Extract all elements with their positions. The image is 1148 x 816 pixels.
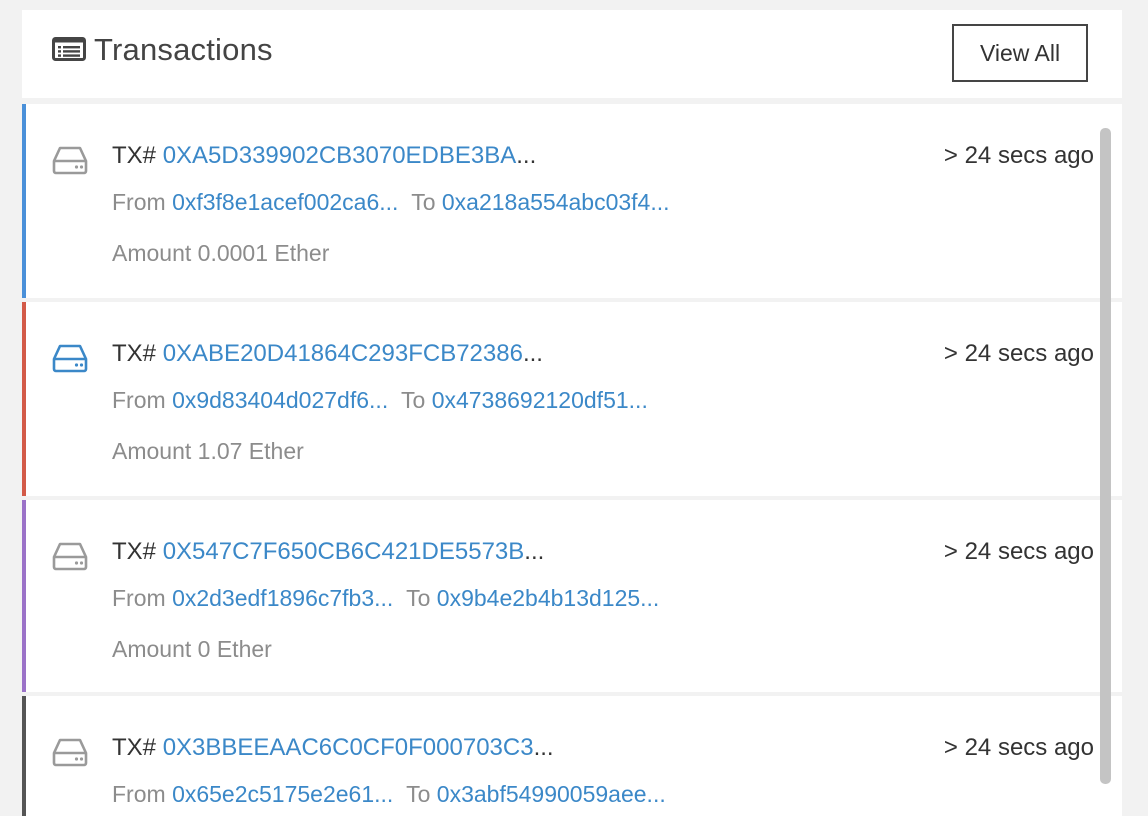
transaction-card[interactable]: TX# 0XA5D339902CB3070EDBE3BA... > 24 secs… (22, 104, 1122, 298)
tx-amount: Amount 1.07 Ether (112, 438, 304, 464)
tx-line: TX# 0XA5D339902CB3070EDBE3BA... (112, 142, 536, 170)
from-label: From (112, 387, 166, 413)
from-address-link[interactable]: 0x2d3edf1896c7fb3... (172, 585, 393, 611)
tx-addresses: From 0x2d3edf1896c7fb3... To 0x9b4e2b4b1… (112, 585, 659, 612)
tx-hash-link[interactable]: 0XABE20D41864C293FCB72386 (163, 340, 523, 367)
tx-hash-ellipsis: ... (516, 142, 537, 169)
to-address-link[interactable]: 0x9b4e2b4b13d125... (437, 585, 660, 611)
transaction-list[interactable]: TX# 0XA5D339902CB3070EDBE3BA... > 24 secs… (22, 104, 1122, 816)
tx-amount: Amount 0.0001 Ether (112, 240, 330, 266)
panel-title: Transactions (94, 32, 273, 67)
tx-hash-link[interactable]: 0XA5D339902CB3070EDBE3BA (163, 142, 517, 169)
to-address-link[interactable]: 0xa218a554abc03f4... (442, 189, 670, 215)
tx-addresses: From 0x9d83404d027df6... To 0x4738692120… (112, 387, 648, 414)
tx-hash-link[interactable]: 0X3BBEEAAC6C0CF0F000703C3 (163, 734, 534, 761)
transaction-card[interactable]: TX# 0XABE20D41864C293FCB72386... > 24 sec… (22, 302, 1122, 496)
tx-timestamp: > 24 secs ago (943, 538, 1094, 565)
tx-addresses: From 0xf3f8e1acef002ca6... To 0xa218a554… (112, 189, 670, 216)
transaction-card[interactable]: TX# 0X547C7F650CB6C421DE5573B... > 24 sec… (22, 500, 1122, 692)
tx-line: TX# 0XABE20D41864C293FCB72386... (112, 340, 543, 368)
tx-label: TX# (112, 142, 157, 169)
to-label: To (411, 189, 436, 215)
from-address-link[interactable]: 0x9d83404d027df6... (172, 387, 388, 413)
drive-icon (52, 146, 88, 175)
tx-amount: Amount 0 Ether (112, 636, 272, 662)
tx-label: TX# (112, 538, 157, 565)
tx-timestamp: > 24 secs ago (943, 340, 1094, 367)
list-icon (52, 37, 86, 61)
tx-timestamp: > 24 secs ago (943, 734, 1094, 761)
from-label: From (112, 585, 166, 611)
tx-addresses: From 0x65e2c5175e2e61... To 0x3abf549900… (112, 781, 666, 808)
from-label: From (112, 189, 166, 215)
transactions-panel-header: Transactions View All (22, 10, 1122, 98)
tx-label: TX# (112, 340, 157, 367)
drive-icon (52, 542, 88, 571)
to-address-link[interactable]: 0x4738692120df51... (432, 387, 648, 413)
transaction-card[interactable]: TX# 0X3BBEEAAC6C0CF0F000703C3... > 24 sec… (22, 696, 1122, 816)
tx-hash-ellipsis: ... (524, 538, 545, 565)
view-all-button[interactable]: View All (952, 24, 1088, 82)
scrollbar[interactable] (1100, 128, 1111, 784)
from-label: From (112, 781, 166, 807)
from-address-link[interactable]: 0xf3f8e1acef002ca6... (172, 189, 398, 215)
tx-timestamp: > 24 secs ago (943, 142, 1094, 169)
to-label: To (406, 585, 431, 611)
drive-icon (52, 344, 88, 373)
tx-hash-link[interactable]: 0X547C7F650CB6C421DE5573B (163, 538, 525, 565)
from-address-link[interactable]: 0x65e2c5175e2e61... (172, 781, 393, 807)
to-label: To (401, 387, 426, 413)
drive-icon (52, 738, 88, 767)
to-label: To (406, 781, 431, 807)
tx-line: TX# 0X547C7F650CB6C421DE5573B... (112, 538, 544, 566)
tx-hash-ellipsis: ... (533, 734, 554, 761)
to-address-link[interactable]: 0x3abf54990059aee... (437, 781, 666, 807)
tx-hash-ellipsis: ... (522, 340, 543, 367)
tx-label: TX# (112, 734, 157, 761)
tx-line: TX# 0X3BBEEAAC6C0CF0F000703C3... (112, 734, 554, 762)
